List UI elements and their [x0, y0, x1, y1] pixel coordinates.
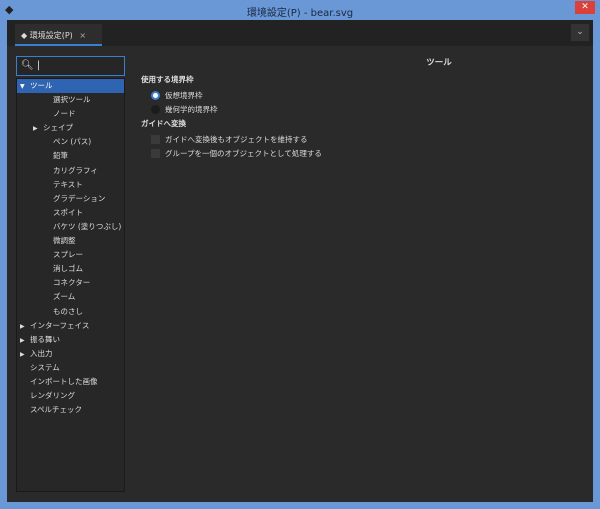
tree-item[interactable]: 鉛筆	[17, 149, 124, 163]
option-label: 仮想境界枠	[165, 90, 203, 100]
tree-item-label: ツール	[30, 81, 53, 90]
tree-item-label: 微調整	[53, 236, 76, 246]
section-convert-to-guides: ガイドへ変換	[141, 119, 186, 128]
tree-item-label: インターフェイス	[30, 320, 90, 330]
tree-item[interactable]: ものさし	[17, 305, 124, 319]
tree-item[interactable]: 微調整	[17, 234, 124, 248]
expander-icon[interactable]: ▶	[20, 320, 30, 334]
tree-item[interactable]: 選択ツール	[17, 93, 124, 107]
tree-item[interactable]: スプレー	[17, 248, 124, 262]
tree-item-label: カリグラフィ	[53, 165, 98, 175]
tree-item[interactable]: ノード	[17, 107, 124, 121]
tree-item-label: スペルチェック	[30, 405, 82, 415]
tree-item-label: インポートした画像	[30, 376, 98, 386]
tree-item-label: 選択ツール	[53, 95, 91, 105]
tree-item[interactable]: グラデーション	[17, 192, 124, 206]
tools-panel: ツール 使用する境界枠 仮想境界枠幾何学的境界枠 ガイドへ変換 ガイドへ変換後も…	[139, 56, 579, 160]
tree-item-label: テキスト	[53, 179, 83, 189]
expander-icon[interactable]: ▼	[20, 80, 30, 94]
tree-item-label: ズーム	[53, 292, 76, 302]
tab-close-icon[interactable]: ×	[79, 31, 86, 40]
tree-item[interactable]: スポイト	[17, 206, 124, 220]
radio-button[interactable]	[151, 90, 160, 100]
tree-item-label: ノード	[53, 109, 76, 119]
tree-item-label: スポイト	[53, 207, 83, 217]
tree-item-label: システム	[30, 362, 60, 372]
tree-item[interactable]: テキスト	[17, 178, 124, 192]
tree-item[interactable]: 消しゴム	[17, 262, 124, 276]
inkscape-icon: ◆	[21, 31, 28, 40]
tree-item-label: スプレー	[53, 250, 83, 260]
window-title: 環境設定(P) - bear.svg	[246, 8, 354, 19]
checkbox[interactable]	[151, 134, 160, 144]
option-label: ガイドへ変換後もオブジェクトを維持する	[165, 134, 308, 144]
bbox-option[interactable]: 仮想境界枠	[151, 88, 579, 102]
tree-item-label: バケツ (塗りつぶし)	[53, 221, 122, 231]
tree-item[interactable]: コネクター	[17, 276, 124, 290]
tree-item[interactable]: カリグラフィ	[17, 164, 124, 178]
tree-item[interactable]: ▶ インターフェイス	[17, 319, 124, 333]
tab-preferences[interactable]: ◆ 環境設定(P) ×	[15, 24, 102, 46]
search-icon: 🔍︎	[21, 60, 34, 71]
tree-item-label: ペン (パス)	[53, 137, 92, 147]
tree-item[interactable]: ズーム	[17, 290, 124, 304]
option-label: グループを一個のオブジェクトとして処理する	[165, 148, 322, 158]
tree-item[interactable]: インポートした画像	[17, 375, 124, 389]
guide-option[interactable]: ガイドへ変換後もオブジェクトを維持する	[151, 132, 579, 146]
tree-item[interactable]: スペルチェック	[17, 403, 124, 417]
preferences-window: ◆ 環境設定(P) × ⌄ 🔍︎ | ▼ ツール 選択ツール ノード ▶ シェイプ ペン (…	[7, 20, 593, 502]
radio-button[interactable]	[151, 104, 160, 114]
checkbox[interactable]	[151, 148, 160, 158]
tree-item-label: コネクター	[53, 278, 91, 288]
tree-item-label: ものさし	[53, 306, 83, 316]
tree-item-label: レンダリング	[30, 391, 75, 401]
expander-icon[interactable]: ▶	[33, 122, 43, 136]
tree-item[interactable]: システム	[17, 361, 124, 375]
tree-item[interactable]: ▶ 振る舞い	[17, 333, 124, 347]
tree-item-label: 振る舞い	[30, 334, 60, 344]
search-value: |	[36, 60, 41, 71]
tree-item-label: グラデーション	[53, 193, 106, 203]
tree-item-label: 鉛筆	[53, 151, 68, 161]
tab-label: 環境設定(P)	[29, 31, 73, 40]
tab-bar: ◆ 環境設定(P) × ⌄	[7, 20, 593, 46]
tree-item[interactable]: ▶ シェイプ	[17, 121, 124, 135]
tree-item-label: 入出力	[30, 348, 53, 358]
tree-item[interactable]: ▶ 入出力	[17, 347, 124, 361]
tree-item-label: シェイプ	[43, 123, 73, 133]
expander-icon[interactable]: ▶	[20, 348, 30, 362]
tree-item[interactable]: バケツ (塗りつぶし)	[17, 220, 124, 234]
close-window-button[interactable]: ✕	[575, 1, 595, 14]
title-bar: ◆ 環境設定(P) - bear.svg ✕	[0, 0, 600, 20]
page-title: ツール	[426, 58, 452, 68]
tree-item-label: 消しゴム	[53, 264, 83, 274]
chevron-down-icon[interactable]: ⌄	[571, 24, 589, 41]
search-input[interactable]: 🔍︎ |	[16, 56, 125, 76]
tree-item[interactable]: レンダリング	[17, 389, 124, 403]
bbox-option[interactable]: 幾何学的境界枠	[151, 102, 579, 116]
guide-option[interactable]: グループを一個のオブジェクトとして処理する	[151, 146, 579, 160]
option-label: 幾何学的境界枠	[165, 104, 218, 114]
expander-icon[interactable]: ▶	[20, 334, 30, 348]
tree-item[interactable]: ▼ ツール	[17, 79, 124, 94]
tree-item[interactable]: ペン (パス)	[17, 135, 124, 149]
section-bounding-box: 使用する境界枠	[141, 75, 194, 84]
preferences-tree[interactable]: ▼ ツール 選択ツール ノード ▶ シェイプ ペン (パス) 鉛筆 カリグラフィ テキスト グラデー…	[16, 78, 125, 492]
